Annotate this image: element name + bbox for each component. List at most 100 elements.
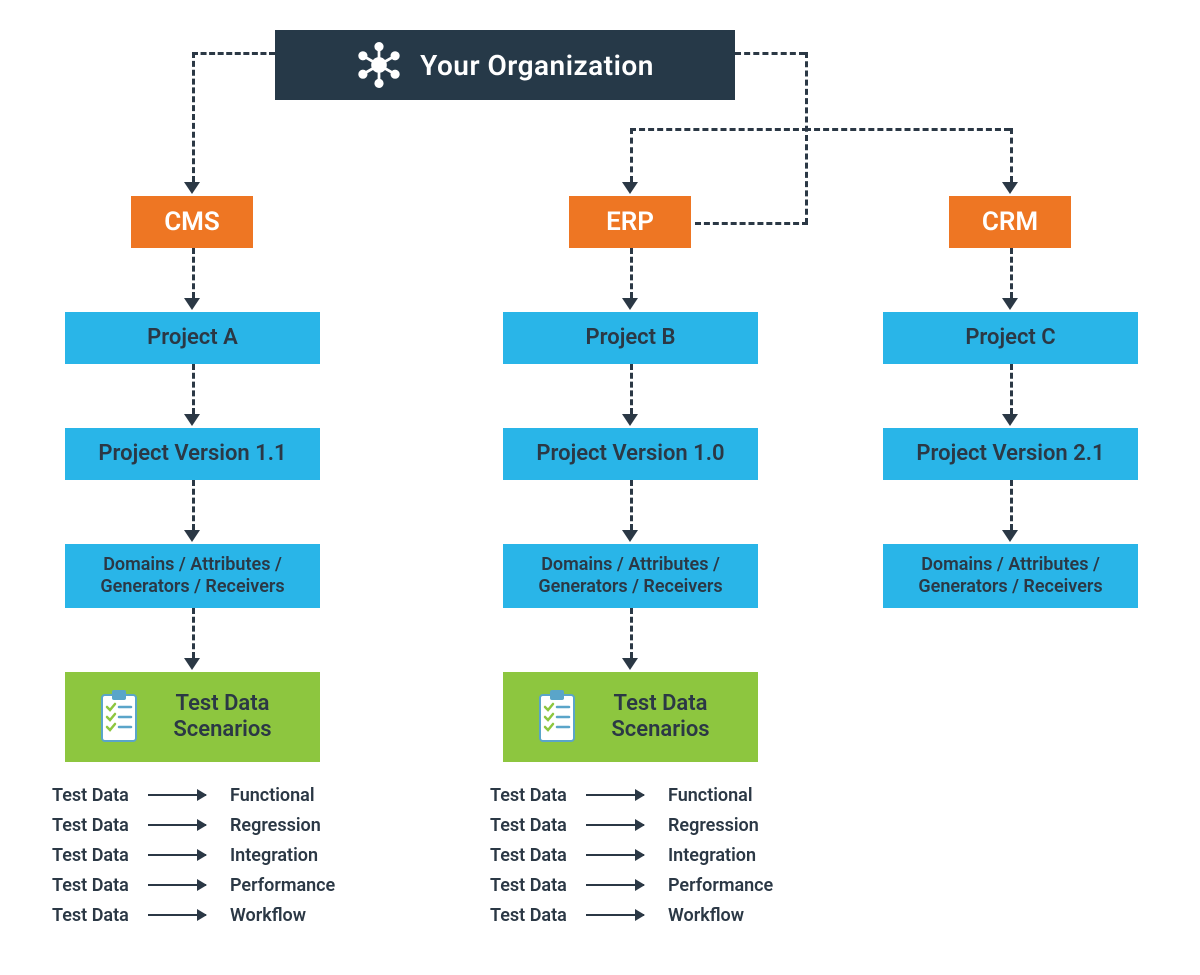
connector — [192, 364, 195, 414]
version-c-box: Project Version 2.1 — [883, 428, 1138, 480]
connector — [192, 52, 275, 55]
scenarios-a-box: Test Data Scenarios — [65, 672, 320, 762]
project-b-box: Project B — [503, 312, 758, 364]
clipboard-icon — [536, 689, 578, 745]
list-item: Test Data Performance — [490, 870, 773, 900]
system-erp-label: ERP — [606, 207, 654, 237]
arrow-icon — [184, 414, 200, 426]
connector — [630, 128, 633, 182]
project-c-label: Project C — [965, 324, 1055, 352]
components-a-label: Domains / Attributes / Generators / Rece… — [79, 554, 306, 599]
connector — [192, 480, 195, 530]
arrow-icon — [148, 854, 206, 856]
test-type: Performance — [668, 875, 773, 896]
test-type: Integration — [668, 845, 756, 866]
arrow-icon — [184, 530, 200, 542]
test-type: Workflow — [668, 905, 744, 926]
version-a-label: Project Version 1.1 — [98, 440, 286, 468]
components-c-box: Domains / Attributes / Generators / Rece… — [883, 544, 1138, 608]
arrow-icon — [622, 182, 638, 194]
system-crm-label: CRM — [982, 207, 1038, 237]
arrow-icon — [1002, 414, 1018, 426]
list-item: Test Data Regression — [52, 810, 335, 840]
arrow-icon — [622, 298, 638, 310]
version-c-label: Project Version 2.1 — [916, 440, 1104, 468]
scenarios-b-box: Test Data Scenarios — [503, 672, 758, 762]
test-data-label: Test Data — [52, 875, 148, 896]
connector — [805, 52, 808, 224]
arrow-icon — [1002, 298, 1018, 310]
arrow-icon — [1002, 530, 1018, 542]
test-type: Integration — [230, 845, 318, 866]
arrow-icon — [622, 414, 638, 426]
list-item: Test Data Workflow — [490, 900, 773, 930]
test-type: Functional — [230, 785, 315, 806]
arrow-icon — [148, 794, 206, 796]
test-data-label: Test Data — [52, 845, 148, 866]
list-item: Test Data Integration — [52, 840, 335, 870]
components-b-label: Domains / Attributes / Generators / Rece… — [517, 554, 744, 599]
test-data-label: Test Data — [52, 785, 148, 806]
arrow-icon — [148, 884, 206, 886]
test-data-label: Test Data — [52, 905, 148, 926]
test-data-label: Test Data — [52, 815, 148, 836]
connector — [1010, 480, 1013, 530]
connector — [630, 608, 633, 658]
scenarios-a-label: Test Data Scenarios — [158, 691, 288, 744]
project-a-label: Project A — [147, 324, 238, 352]
test-type: Regression — [668, 815, 759, 836]
arrow-icon — [622, 530, 638, 542]
test-data-list-a: Test Data Functional Test Data Regressio… — [52, 780, 335, 930]
system-cms-label: CMS — [164, 207, 220, 237]
connector — [192, 608, 195, 658]
arrow-icon — [184, 658, 200, 670]
test-data-label: Test Data — [490, 875, 586, 896]
connector — [630, 364, 633, 414]
system-cms-box: CMS — [131, 196, 253, 248]
connector — [1010, 128, 1013, 182]
clipboard-icon — [98, 689, 140, 745]
arrow-icon — [184, 298, 200, 310]
connector — [1010, 248, 1013, 298]
project-b-label: Project B — [586, 324, 676, 352]
connector — [735, 52, 805, 55]
list-item: Test Data Performance — [52, 870, 335, 900]
arrow-icon — [586, 854, 644, 856]
arrow-icon — [148, 914, 206, 916]
components-a-box: Domains / Attributes / Generators / Rece… — [65, 544, 320, 608]
connector — [630, 128, 808, 131]
arrow-icon — [586, 884, 644, 886]
test-data-label: Test Data — [490, 815, 586, 836]
hub-icon — [356, 42, 402, 88]
arrow-icon — [586, 914, 644, 916]
arrow-icon — [586, 824, 644, 826]
test-type: Workflow — [230, 905, 306, 926]
arrow-icon — [586, 794, 644, 796]
test-data-label: Test Data — [490, 845, 586, 866]
test-data-label: Test Data — [490, 905, 586, 926]
test-type: Performance — [230, 875, 335, 896]
components-c-label: Domains / Attributes / Generators / Rece… — [897, 554, 1124, 599]
connector — [1010, 364, 1013, 414]
arrow-icon — [622, 658, 638, 670]
project-c-box: Project C — [883, 312, 1138, 364]
version-b-label: Project Version 1.0 — [536, 440, 724, 468]
diagram-canvas: Your Organization CMS ERP CRM Project A … — [0, 0, 1200, 975]
connector — [805, 128, 1010, 131]
test-data-label: Test Data — [490, 785, 586, 806]
components-b-box: Domains / Attributes / Generators / Rece… — [503, 544, 758, 608]
arrow-icon — [184, 182, 200, 194]
version-b-box: Project Version 1.0 — [503, 428, 758, 480]
test-type: Regression — [230, 815, 321, 836]
test-data-list-b: Test Data Functional Test Data Regressio… — [490, 780, 773, 930]
list-item: Test Data Functional — [490, 780, 773, 810]
arrow-icon — [1002, 182, 1018, 194]
project-a-box: Project A — [65, 312, 320, 364]
organization-box: Your Organization — [275, 30, 735, 100]
list-item: Test Data Integration — [490, 840, 773, 870]
list-item: Test Data Regression — [490, 810, 773, 840]
test-type: Functional — [668, 785, 753, 806]
connector — [695, 222, 808, 225]
system-crm-box: CRM — [949, 196, 1071, 248]
connector — [192, 52, 195, 182]
